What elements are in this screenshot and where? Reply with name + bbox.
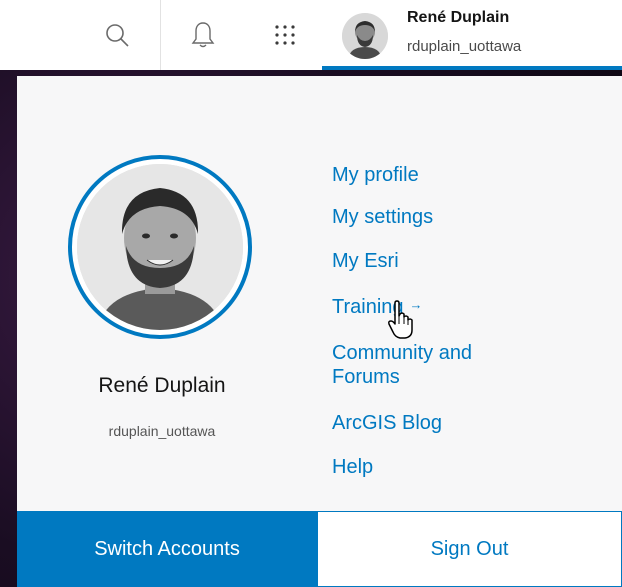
- hand-cursor-icon: [386, 300, 416, 345]
- profile-user-name: René Duplain: [98, 374, 226, 397]
- link-community-forums[interactable]: Community and Forums: [332, 341, 472, 389]
- header-avatar[interactable]: [342, 13, 388, 59]
- link-my-settings[interactable]: My settings: [332, 205, 433, 229]
- link-community-line2: Forums: [332, 366, 400, 388]
- link-my-esri[interactable]: My Esri: [332, 249, 399, 273]
- link-arcgis-blog[interactable]: ArcGIS Blog: [332, 411, 442, 435]
- bell-icon[interactable]: [186, 18, 220, 52]
- sign-out-button[interactable]: Sign Out: [317, 511, 622, 587]
- header-user-name[interactable]: René Duplain: [407, 9, 509, 27]
- header-username[interactable]: rduplain_uottawa: [407, 38, 521, 55]
- link-my-profile[interactable]: My profile: [332, 163, 419, 187]
- apps-grid-icon[interactable]: [268, 18, 302, 52]
- profile-avatar: [77, 164, 243, 330]
- link-community-line1: Community and: [332, 342, 473, 364]
- search-icon[interactable]: [100, 18, 134, 52]
- switch-accounts-button[interactable]: Switch Accounts: [17, 511, 317, 587]
- top-header: René Duplain rduplain_uottawa: [0, 0, 622, 70]
- link-help[interactable]: Help: [332, 455, 373, 479]
- header-divider: [160, 0, 161, 70]
- profile-username: rduplain_uottawa: [108, 423, 216, 439]
- profile-avatar-ring: [68, 155, 252, 339]
